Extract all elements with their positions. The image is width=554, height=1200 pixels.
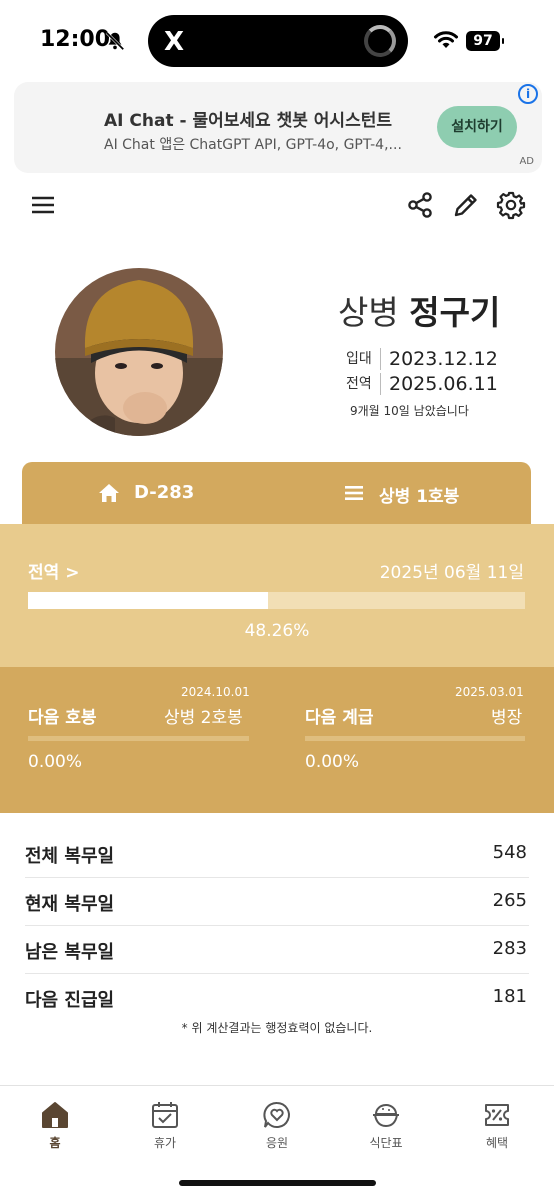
- stat-label: 현재 복무일: [25, 894, 115, 915]
- enlist-label: 입대: [346, 351, 372, 367]
- nav-item-home[interactable]: 홈: [15, 1100, 95, 1151]
- nav-label: 식단표: [369, 1136, 403, 1150]
- enlist-date: 2023.12.12: [389, 348, 498, 370]
- remaining-time: 9개월 10일 남았습니다: [350, 404, 469, 418]
- settings-gear-icon[interactable]: [496, 190, 526, 220]
- stat-value: 265: [492, 890, 527, 911]
- menu-icon[interactable]: [28, 190, 58, 220]
- nav-item-leave[interactable]: 휴가: [125, 1100, 205, 1151]
- divider: [380, 373, 381, 395]
- home-icon: [42, 1102, 68, 1128]
- next-step-progress-bar: [28, 736, 249, 741]
- loading-spinner-icon: [364, 25, 396, 57]
- ad-info-icon[interactable]: i: [518, 84, 538, 104]
- nav-item-benefits[interactable]: 혜택: [457, 1100, 537, 1151]
- app-screen: 12:00 X 97 AI Chat - 물어보세요 챗봇 어시스턴트 AI C…: [0, 0, 554, 1200]
- home-indicator[interactable]: [179, 1180, 376, 1186]
- ad-title: AI Chat - 물어보세요 챗봇 어시스턴트: [104, 111, 392, 131]
- next-promotion-section: 2024.10.01 다음 호봉 상병 2호봉 0.00% 2025.03.01…: [0, 667, 554, 813]
- nav-label: 휴가: [153, 1136, 177, 1150]
- discharge-label: 전역: [346, 376, 372, 392]
- stat-row-total: 전체 복무일 548: [25, 830, 529, 878]
- home-icon: [99, 484, 119, 502]
- nav-item-cheer[interactable]: 응원: [237, 1100, 317, 1151]
- stat-row-current: 현재 복무일 265: [25, 878, 529, 926]
- next-step-percent: 0.00%: [28, 752, 83, 772]
- enlist-date-row: 입대 2023.12.12: [346, 348, 498, 370]
- heart-chat-icon: [263, 1101, 290, 1128]
- service-stats-list: 전체 복무일 548 현재 복무일 265 남은 복무일 283 다음 진급일 …: [25, 830, 529, 1022]
- calendar-check-icon: [152, 1102, 178, 1128]
- discharge-date: 2025.06.11: [389, 373, 498, 395]
- next-step-date: 2024.10.01: [181, 685, 250, 699]
- next-step-label: 다음 호봉: [28, 708, 97, 728]
- status-bar: 12:00 X 97: [0, 0, 554, 80]
- ticket-icon: [485, 1104, 509, 1126]
- soldier-name: 정구기: [409, 293, 501, 332]
- discharge-progress-bar: [28, 592, 525, 609]
- next-rank-date: 2025.03.01: [455, 685, 524, 699]
- stat-value: 548: [492, 842, 527, 863]
- stat-label: 전체 복무일: [25, 846, 115, 867]
- nav-item-menu[interactable]: 식단표: [346, 1100, 426, 1151]
- share-icon[interactable]: [405, 190, 435, 220]
- next-step-value: 상병 2호봉: [164, 708, 243, 728]
- list-icon: [345, 486, 363, 500]
- info-bar: D-283 상병 1호봉: [22, 462, 531, 526]
- battery-indicator: 97: [466, 31, 504, 51]
- rice-bowl-icon: [373, 1104, 399, 1128]
- discharge-full-date: 2025년 06월 11일: [379, 563, 524, 583]
- ad-banner[interactable]: AI Chat - 물어보세요 챗봇 어시스턴트 AI Chat 앱은 Chat…: [14, 82, 542, 173]
- edit-pencil-icon[interactable]: [451, 190, 481, 220]
- nav-label: 홈: [49, 1136, 61, 1150]
- next-rank-progress-bar: [305, 736, 525, 741]
- status-time: 12:00: [40, 27, 111, 52]
- dday-counter: D-283: [134, 482, 195, 503]
- bell-muted-icon: [105, 31, 125, 51]
- wifi-icon: [434, 31, 458, 48]
- x-app-icon: X: [164, 27, 185, 57]
- current-grade: 상병 1호봉: [379, 487, 460, 507]
- dynamic-island: X: [148, 15, 408, 67]
- stat-row-next-promotion: 다음 진급일 181: [25, 974, 529, 1022]
- stat-value: 181: [492, 986, 527, 1007]
- discharge-percent: 48.26%: [244, 621, 310, 641]
- ad-description: AI Chat 앱은 ChatGPT API, GPT-4o, GPT-4,..…: [104, 137, 402, 153]
- stat-label: 다음 진급일: [25, 990, 115, 1011]
- ad-install-button[interactable]: 설치하기: [437, 106, 517, 148]
- stat-row-remaining: 남은 복무일 283: [25, 926, 529, 974]
- ad-label: AD: [519, 156, 534, 167]
- discharge-progress-fill: [28, 592, 268, 609]
- rank-name-heading: 상병 정구기: [338, 286, 500, 334]
- next-rank-label: 다음 계급: [305, 708, 374, 728]
- divider: [380, 348, 381, 370]
- toolbar: [0, 190, 554, 230]
- rank-label: 상병: [338, 293, 399, 332]
- disclaimer-note: * 위 계산결과는 행정효력이 없습니다.: [181, 1021, 373, 1035]
- discharge-date-row: 전역 2025.06.11: [346, 373, 498, 395]
- stat-value: 283: [492, 938, 527, 959]
- nav-label: 혜택: [485, 1136, 509, 1150]
- next-rank-percent: 0.00%: [305, 752, 360, 772]
- nav-label: 응원: [265, 1136, 289, 1150]
- discharge-link[interactable]: 전역 >: [28, 558, 79, 583]
- discharge-progress-section: 전역 > 2025년 06월 11일 48.26%: [0, 524, 554, 668]
- stat-label: 남은 복무일: [25, 942, 115, 963]
- profile-avatar[interactable]: [55, 268, 223, 436]
- next-rank-value: 병장: [491, 708, 523, 728]
